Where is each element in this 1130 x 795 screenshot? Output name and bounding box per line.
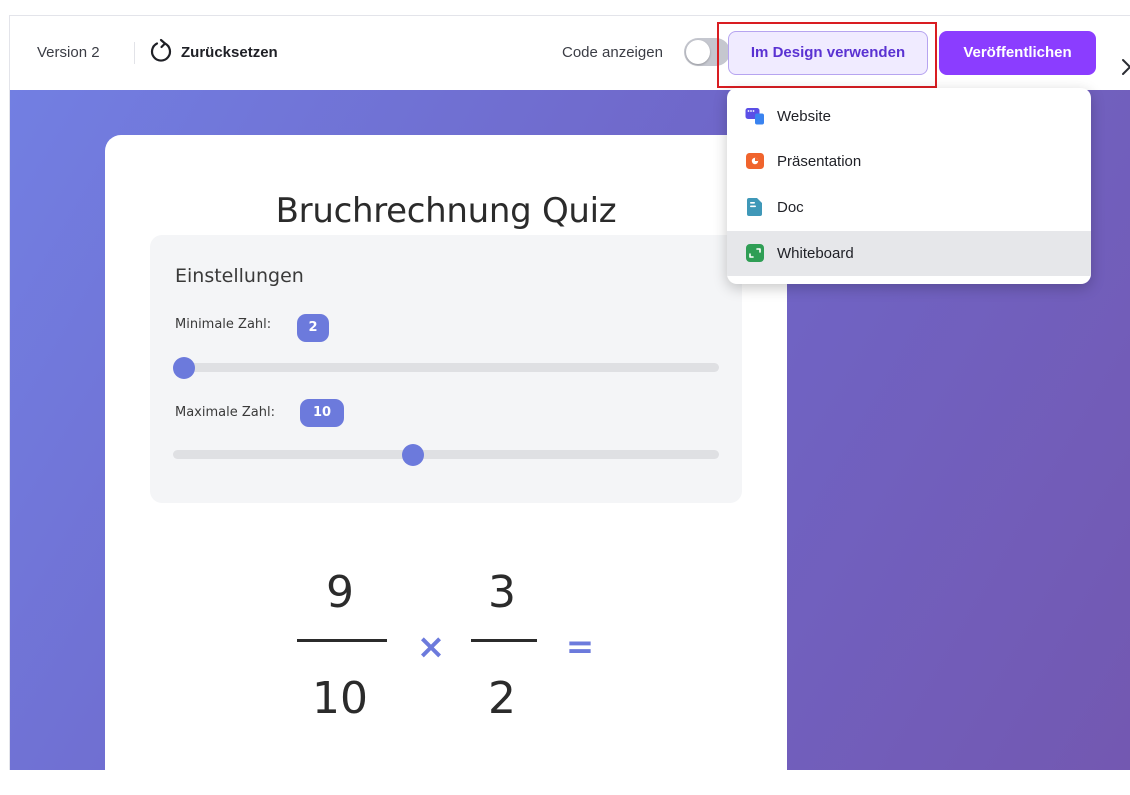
menu-item-doc[interactable]: Doc: [727, 185, 1091, 230]
doc-icon: [747, 198, 762, 216]
presentation-icon: [746, 153, 764, 169]
whiteboard-icon: [746, 244, 764, 262]
reset-button[interactable]: Zurücksetzen: [181, 44, 278, 61]
multiply-operator: ×: [416, 627, 446, 667]
max-number-badge: 10: [300, 399, 344, 427]
toggle-knob: [686, 40, 710, 64]
publish-button[interactable]: Veröffentlichen: [939, 31, 1096, 75]
fraction2-bar: [471, 639, 537, 642]
toolbar-divider: [134, 42, 135, 64]
fraction1-bar: [297, 639, 387, 642]
quiz-card: Bruchrechnung Quiz Einstellungen Minimal…: [105, 135, 787, 795]
min-number-label: Minimale Zahl:: [175, 317, 272, 332]
min-number-badge: 2: [297, 314, 329, 342]
version-label[interactable]: Version 2: [37, 44, 100, 61]
website-icon: [745, 108, 764, 125]
min-number-slider-track[interactable]: [172, 357, 719, 379]
equals-sign: =: [565, 627, 595, 667]
menu-item-label: Doc: [777, 199, 804, 216]
max-number-label: Maximale Zahl:: [175, 405, 275, 420]
settings-title: Einstellungen: [175, 265, 304, 287]
menu-item-presentation[interactable]: Präsentation: [727, 139, 1091, 184]
settings-panel: Einstellungen Minimale Zahl: 2 Maximale …: [150, 235, 742, 503]
menu-item-whiteboard[interactable]: Whiteboard: [727, 231, 1091, 276]
menu-item-label: Whiteboard: [777, 245, 854, 262]
max-number-slider-track[interactable]: [173, 444, 719, 466]
min-number-slider-thumb[interactable]: [172, 357, 195, 379]
highlight-box: [717, 22, 937, 88]
menu-item-website[interactable]: Website: [727, 94, 1091, 139]
fraction2-numerator: 3: [488, 567, 516, 618]
fraction1-denominator: 10: [312, 673, 368, 724]
menu-item-label: Website: [777, 108, 831, 125]
use-in-design-menu: Website Präsentation Doc Whiteboard: [727, 88, 1091, 284]
quiz-title: Bruchrechnung Quiz: [275, 191, 617, 231]
max-number-slider-thumb[interactable]: [402, 444, 425, 466]
close-icon[interactable]: [1120, 57, 1130, 77]
reset-icon[interactable]: [148, 38, 174, 64]
code-toggle-label: Code anzeigen: [562, 44, 663, 61]
fraction1-numerator: 9: [326, 567, 354, 618]
menu-item-label: Präsentation: [777, 153, 862, 170]
fraction2-denominator: 2: [488, 673, 516, 724]
